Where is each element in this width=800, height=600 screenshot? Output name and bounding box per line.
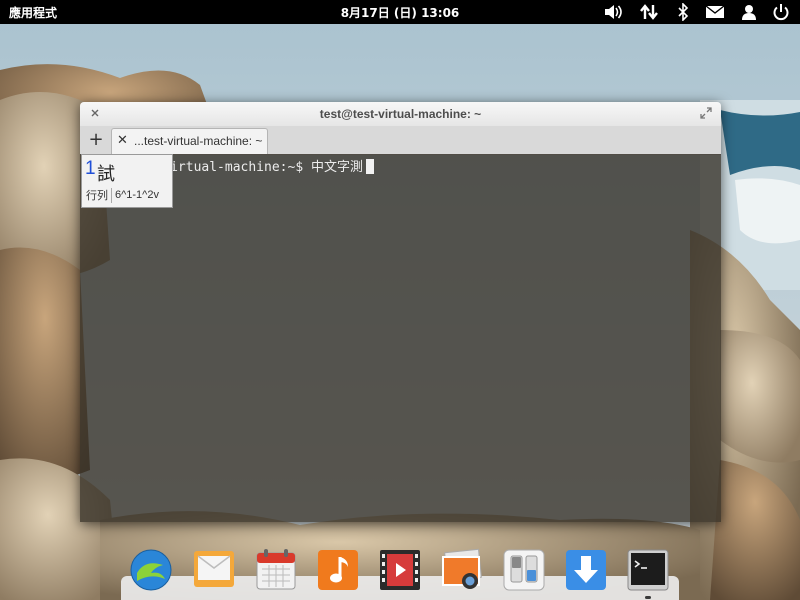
ime-candidate[interactable]: 試 [97,160,115,186]
clock[interactable]: 8月17日 (日) 13:06 [341,6,460,20]
user-icon[interactable] [739,3,759,21]
text-cursor [365,159,374,174]
music-icon[interactable] [316,547,360,593]
mail-icon[interactable] [705,3,725,21]
volume-icon[interactable] [603,3,623,21]
terminal-icon[interactable] [626,547,670,593]
network-icon[interactable] [639,3,659,21]
photos-icon[interactable] [440,547,484,593]
ime-candidate-popup: 1 試 行列 6^1-1^2v [81,154,173,208]
midori-browser-icon[interactable] [129,547,173,593]
calendar-icon[interactable] [254,547,298,593]
settings-switches-icon[interactable] [502,547,546,593]
active-app-indicator [645,596,651,599]
video-player-icon[interactable] [378,547,422,593]
tab-terminal[interactable]: ✕ ...test-virtual-machine: ~ [111,128,268,154]
mail-app-icon[interactable] [192,547,236,593]
tab-bar: + ✕ ...test-virtual-machine: ~ [80,126,721,155]
tab-close-icon[interactable]: ✕ [117,134,129,148]
maximize-icon[interactable] [699,106,713,120]
new-tab-button[interactable]: + [85,129,107,151]
tab-label: ...test-virtual-machine: ~ [134,134,263,148]
ime-status-bar: 行列 6^1-1^2v [84,186,170,205]
window-title: test@test-virtual-machine: ~ [319,107,482,121]
candidate-index: 1 [85,158,96,179]
terminal-window: test@test-virtual-machine: ~ + ✕ ...test… [80,102,721,522]
power-icon[interactable] [771,3,791,21]
applications-menu[interactable]: 應用程式 [9,4,57,21]
ime-method-label: 行列 [86,189,108,202]
bluetooth-icon[interactable] [673,3,693,21]
top-panel: 應用程式 8月17日 (日) 13:06 [0,0,800,24]
ime-input-code: 6^1-1^2v [115,189,159,201]
terminal-output[interactable]: test@test-virtual-machine:~$ 中文字測 [80,154,721,522]
software-center-icon[interactable] [564,547,608,593]
window-titlebar[interactable]: test@test-virtual-machine: ~ [80,102,721,126]
ime-divider [111,188,112,203]
